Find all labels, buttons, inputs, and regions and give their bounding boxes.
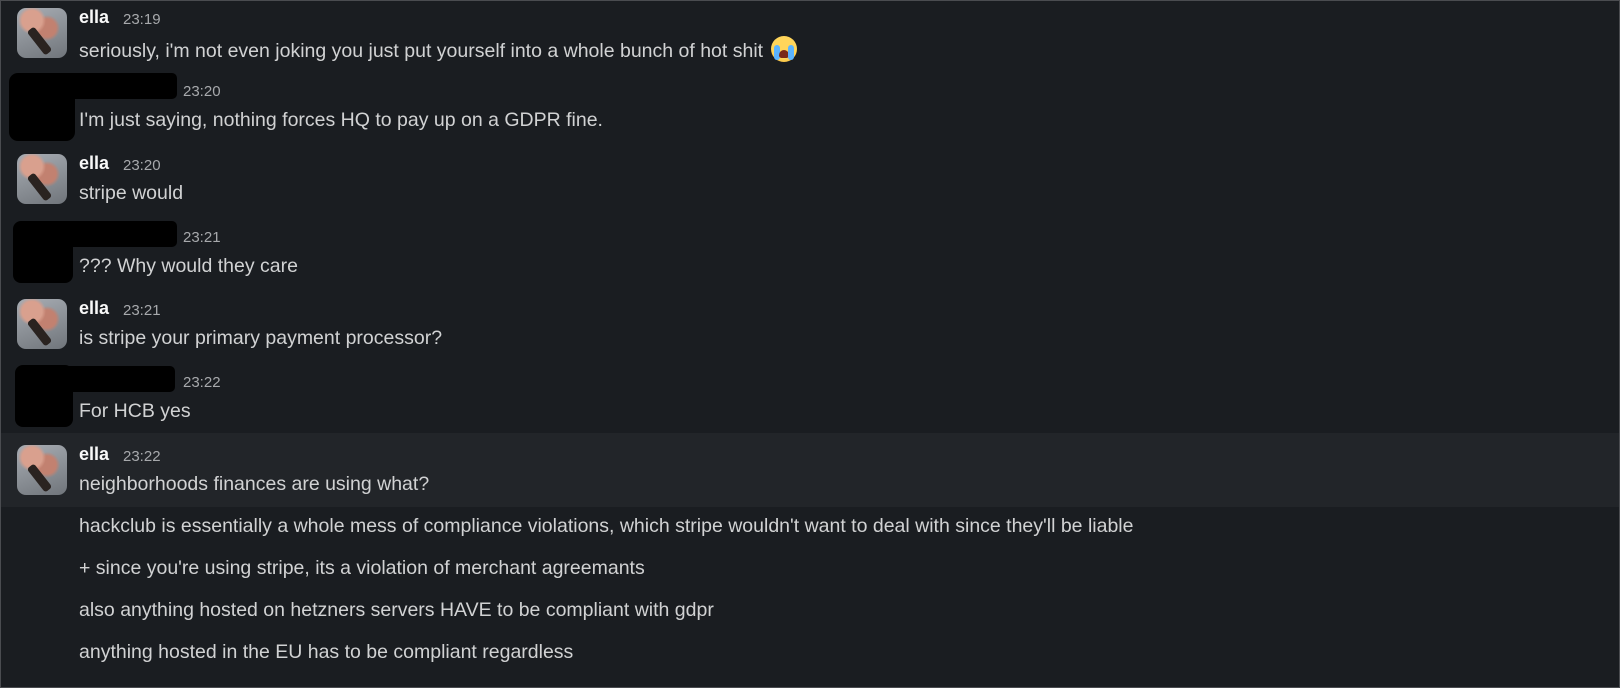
message-timestamp[interactable]: 23:20	[183, 83, 221, 100]
avatar[interactable]	[17, 445, 67, 495]
author-name[interactable]: ella	[79, 298, 109, 319]
message[interactable]: 23:20 I'm just saying, nothing forces HQ…	[1, 69, 1619, 143]
avatar-image	[26, 463, 53, 493]
message-text: I'm just saying, nothing forces HQ to pa…	[79, 109, 603, 131]
message[interactable]: ella 23:20 stripe would	[1, 143, 1619, 215]
message-timestamp[interactable]: 23:21	[183, 229, 221, 246]
message-timestamp[interactable]: 23:19	[123, 11, 161, 28]
author-name[interactable]: ella	[79, 444, 109, 465]
author-name-redacted	[61, 73, 177, 99]
message[interactable]: ella 23:22 neighborhoods finances are us…	[1, 433, 1619, 507]
message-pane: ella 23:19 seriously, i'm not even jokin…	[0, 0, 1620, 688]
message-text-content: seriously, i'm not even joking you just …	[79, 40, 764, 62]
avatar-image	[26, 317, 53, 347]
message-text: seriously, i'm not even joking you just …	[79, 36, 797, 63]
author-name-redacted	[61, 366, 175, 392]
message-continuation[interactable]: + since you're using stripe, its a viola…	[1, 549, 1619, 591]
message-timestamp[interactable]: 23:20	[123, 157, 161, 174]
avatar-image	[26, 172, 53, 202]
message-timestamp[interactable]: 23:22	[183, 374, 221, 391]
message-text: ??? Why would they care	[79, 255, 298, 277]
message[interactable]: ella 23:19 seriously, i'm not even jokin…	[1, 1, 1619, 69]
message-timestamp[interactable]: 23:22	[123, 448, 161, 465]
message-text: stripe would	[79, 182, 184, 204]
avatar-image	[26, 26, 53, 56]
message[interactable]: 23:22 For HCB yes	[1, 359, 1619, 433]
message-text: hackclub is essentially a whole mess of …	[79, 515, 1134, 537]
avatar[interactable]	[17, 8, 67, 58]
author-name-redacted	[61, 221, 177, 247]
message-text: also anything hosted on hetzners servers…	[79, 599, 714, 621]
message-timestamp[interactable]: 23:21	[123, 302, 161, 319]
author-name[interactable]: ella	[79, 7, 109, 28]
author-name[interactable]: ella	[79, 153, 109, 174]
message[interactable]: ella 23:21 is stripe your primary paymen…	[1, 287, 1619, 359]
message-continuation[interactable]: also anything hosted on hetzners servers…	[1, 591, 1619, 633]
message-text: neighborhoods finances are using what?	[79, 473, 430, 495]
avatar[interactable]	[17, 299, 67, 349]
message-continuation[interactable]: hackclub is essentially a whole mess of …	[1, 507, 1619, 549]
message-text: anything hosted in the EU has to be comp…	[79, 641, 574, 663]
message-text: For HCB yes	[79, 400, 191, 422]
message-text: is stripe your primary payment processor…	[79, 327, 443, 349]
message[interactable]: 23:21 ??? Why would they care	[1, 215, 1619, 287]
loudly-crying-face-icon	[770, 36, 797, 62]
message-continuation[interactable]: anything hosted in the EU has to be comp…	[1, 633, 1619, 675]
message-text: + since you're using stripe, its a viola…	[79, 557, 645, 579]
avatar[interactable]	[17, 154, 67, 204]
